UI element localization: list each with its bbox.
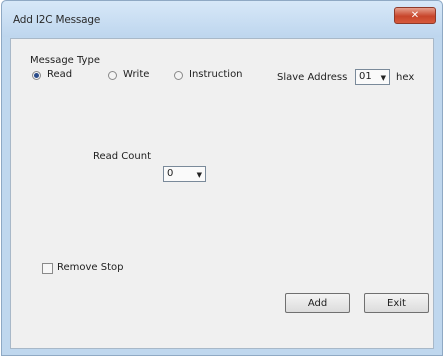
window-title: Add I2C Message bbox=[13, 14, 101, 26]
close-button[interactable]: ✕ bbox=[394, 7, 436, 24]
radio-read-label: Read bbox=[47, 69, 73, 80]
radio-instruction[interactable] bbox=[174, 71, 183, 80]
radio-write[interactable] bbox=[108, 71, 117, 80]
radio-write-label: Write bbox=[123, 69, 150, 80]
chevron-down-icon: ▼ bbox=[380, 74, 386, 82]
radio-instruction-label: Instruction bbox=[189, 69, 243, 80]
remove-stop-checkbox[interactable] bbox=[42, 263, 53, 274]
dialog-window: Add I2C Message ✕ Message Type Read Writ… bbox=[1, 0, 443, 356]
dialog-content: Message Type Read Write Instruction Slav… bbox=[10, 38, 434, 349]
slave-address-unit: hex bbox=[396, 72, 415, 83]
slave-address-label: Slave Address bbox=[277, 72, 348, 83]
close-icon: ✕ bbox=[410, 10, 420, 21]
title-bar: Add I2C Message ✕ bbox=[2, 1, 442, 37]
read-count-select[interactable]: 0 ▼ bbox=[163, 166, 206, 182]
message-type-label: Message Type bbox=[30, 55, 100, 66]
remove-stop-label: Remove Stop bbox=[57, 262, 124, 273]
slave-address-select[interactable]: 01 ▼ bbox=[355, 69, 390, 85]
read-count-label: Read Count bbox=[93, 151, 152, 162]
radio-read[interactable] bbox=[32, 71, 41, 80]
slave-address-value: 01 bbox=[359, 71, 372, 82]
read-count-value: 0 bbox=[167, 168, 174, 179]
add-button[interactable]: Add bbox=[285, 293, 350, 313]
exit-button[interactable]: Exit bbox=[364, 293, 429, 313]
chevron-down-icon: ▼ bbox=[196, 171, 202, 179]
